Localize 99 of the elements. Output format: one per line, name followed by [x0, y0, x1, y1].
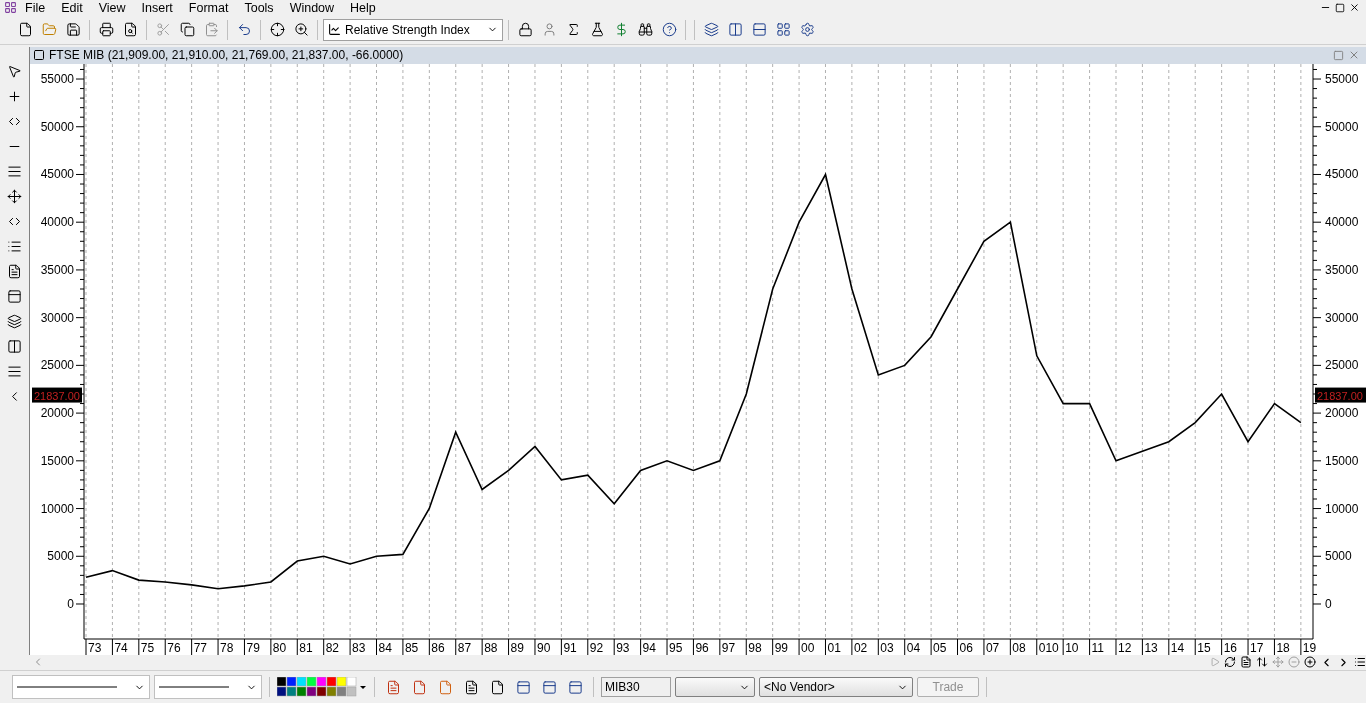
- axis-label: 78: [220, 640, 234, 655]
- axis-label: 91: [563, 640, 577, 655]
- axis-label: 03: [880, 640, 894, 655]
- axis-label: 55000: [40, 71, 74, 86]
- axis-label: 00: [801, 640, 815, 655]
- axis-label: 15: [1197, 640, 1211, 655]
- axis-label: 50000: [1325, 119, 1359, 134]
- axis-label: 10: [1065, 640, 1079, 655]
- axis-label: 07: [985, 640, 1000, 655]
- axis-label: 81: [299, 640, 313, 655]
- zoom-in-icon[interactable]: [1304, 656, 1316, 669]
- axis-label: 40000: [1325, 214, 1359, 229]
- axis-label: 73: [88, 640, 102, 655]
- axis-label: 5000: [47, 548, 74, 563]
- axis-label: 35000: [1325, 262, 1359, 277]
- list-icon[interactable]: [1354, 656, 1366, 669]
- axis-label: 80: [272, 640, 287, 655]
- color-palette-icon[interactable]: [277, 677, 367, 698]
- menu-item[interactable]: Insert: [133, 0, 181, 15]
- axis-label: 45000: [40, 167, 74, 181]
- axis-label: 35000: [40, 262, 74, 277]
- axis-label: 93: [616, 640, 630, 655]
- line-style-dropdown[interactable]: [12, 675, 150, 700]
- symbol-field[interactable]: MIB30: [601, 677, 671, 698]
- axis-label: 5000: [1325, 548, 1352, 563]
- refresh-icon[interactable]: [1224, 656, 1236, 669]
- axis-label: 94: [642, 640, 656, 655]
- app-icon: [4, 1, 17, 15]
- axis-label: 010: [1038, 640, 1059, 655]
- axis-label: 40000: [40, 214, 74, 229]
- axis-label: 15000: [40, 453, 74, 468]
- axis-label: 98: [748, 640, 762, 655]
- axis-label: 87: [457, 640, 472, 655]
- axis-label: 10000: [1325, 501, 1359, 516]
- axis-label: 75: [140, 640, 155, 655]
- axis-label: 77: [193, 640, 207, 655]
- axis-label: 25000: [40, 357, 74, 372]
- axis-label: 20000: [40, 405, 74, 420]
- axis-label: 17: [1250, 640, 1264, 655]
- axis-label: 90: [536, 640, 551, 655]
- axis-label: 05: [933, 640, 947, 655]
- axis-label: 12: [1118, 640, 1132, 655]
- axis-label: 20000: [1325, 405, 1359, 420]
- axis-label: 15000: [1325, 453, 1359, 468]
- period-dropdown[interactable]: [675, 677, 755, 698]
- axis-label: 11: [1091, 640, 1105, 655]
- menu-item[interactable]: Format: [180, 0, 237, 15]
- axis-label: 30000: [40, 310, 74, 325]
- menu-item[interactable]: Window: [281, 0, 343, 15]
- axis-label: 25000: [1325, 357, 1359, 372]
- axis-label: 13: [1144, 640, 1158, 655]
- line-sample-icon: [17, 686, 117, 689]
- axis-label: 18: [1276, 640, 1290, 655]
- close-icon[interactable]: [1349, 2, 1360, 14]
- menu-item[interactable]: View: [90, 0, 134, 15]
- indicator-dropdown[interactable]: Relative Strength Index: [323, 18, 503, 41]
- axis-label: 50000: [40, 119, 74, 134]
- axis-label: 83: [352, 640, 366, 655]
- axis-label: 88: [484, 640, 498, 655]
- menu-item[interactable]: Edit: [53, 0, 91, 15]
- axis-label: 96: [695, 640, 709, 655]
- axis-label: 92: [589, 640, 604, 655]
- axis-label: 55000: [1325, 71, 1359, 86]
- axis-label: 95: [669, 640, 683, 655]
- axis-label: 30000: [1325, 310, 1359, 325]
- menu-item[interactable]: File: [17, 0, 54, 15]
- axis-label: 45000: [1325, 167, 1359, 181]
- axis-label: 0: [67, 596, 74, 611]
- line-sample-icon: [159, 686, 229, 689]
- axis-label: 89: [510, 640, 524, 655]
- axis-label: 84: [378, 640, 392, 655]
- axis-label: 10000: [40, 501, 74, 516]
- axis-label: 79: [246, 640, 260, 655]
- axis-label: 85: [404, 640, 419, 655]
- price-tag: 21837.00: [34, 389, 80, 402]
- axis-label: 08: [1012, 640, 1026, 655]
- chart-window-title: FTSE MIB (21,909.00, 21,910.00, 21,769.00, 21,837.00, -66.0000): [49, 48, 404, 63]
- menu-item[interactable]: Help: [342, 0, 384, 15]
- axis-label: 04: [906, 640, 921, 655]
- menu-item[interactable]: Tools: [236, 0, 282, 15]
- axis-label: 97: [721, 640, 736, 655]
- axis-label: 82: [325, 640, 340, 655]
- axis-label: 99: [774, 640, 788, 655]
- line-chart-icon: [328, 23, 341, 37]
- restore-icon[interactable]: [1335, 2, 1345, 14]
- vertical-scale-icon[interactable]: [1256, 656, 1268, 669]
- axis-label: 16: [1223, 640, 1237, 655]
- axis-label: 14: [1170, 640, 1185, 655]
- line-width-dropdown[interactable]: [154, 675, 262, 700]
- axis-label: 86: [431, 640, 445, 655]
- axis-label: 74: [114, 640, 128, 655]
- window-icon: [33, 49, 45, 62]
- axis-label: 76: [167, 640, 181, 655]
- vendor-dropdown[interactable]: <No Vendor>: [759, 677, 913, 698]
- axis-label: 0: [1325, 596, 1332, 611]
- axis-label: 19: [1302, 640, 1317, 655]
- axis-label: 02: [853, 640, 868, 655]
- axis-label: 01: [827, 640, 841, 655]
- axis-label: 06: [959, 640, 973, 655]
